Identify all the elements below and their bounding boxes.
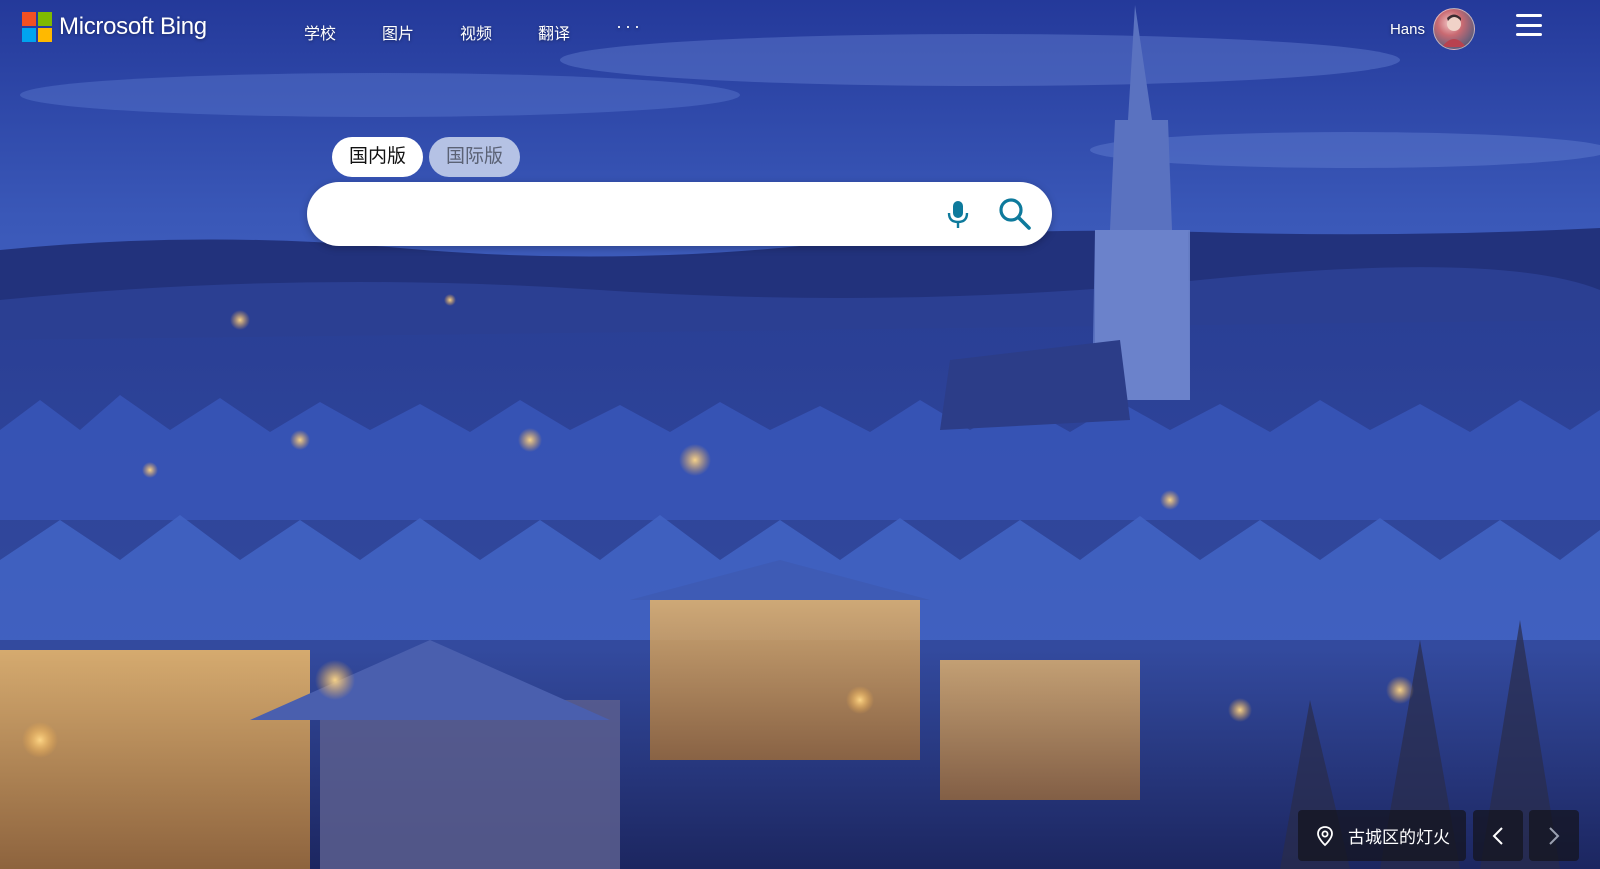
avatar[interactable] [1433,8,1475,50]
nav-item-school[interactable]: 学校 [304,18,382,46]
search-scope-tabs: 国内版 国际版 [332,137,521,177]
tab-domestic[interactable]: 国内版 [332,137,424,177]
top-nav: 学校 图片 视频 翻译 ··· [304,16,694,46]
logo-square-yellow [38,28,52,42]
logo-square-green [38,12,52,26]
hamburger-line [1516,23,1542,27]
chevron-left-icon [1492,826,1503,845]
chevron-right-icon [1549,826,1560,845]
bing-logo[interactable]: Microsoft Bing [22,12,207,42]
map-pin-icon [1317,825,1333,846]
search-box [307,182,1052,248]
nav-item-images[interactable]: 图片 [382,18,460,46]
previous-image-button[interactable] [1473,810,1523,861]
hamburger-line [1516,14,1542,17]
hamburger-line [1516,33,1542,36]
nav-item-videos[interactable]: 视频 [460,18,538,46]
logo-square-blue [22,28,36,42]
image-caption-text: 古城区的灯火 [1348,828,1450,847]
microsoft-logo-icon [22,12,52,42]
nav-item-translate[interactable]: 翻译 [538,18,616,46]
next-image-button[interactable] [1529,810,1579,861]
user-name: Hans [1389,20,1425,38]
image-caption-button[interactable]: 古城区的灯火 [1298,810,1466,861]
tab-international[interactable]: 国际版 [429,137,521,177]
search-input[interactable] [335,182,939,248]
brand-name: Microsoft Bing [59,13,207,40]
nav-more-button[interactable]: ··· [616,14,694,42]
microphone-icon[interactable] [942,198,974,230]
logo-square-red [22,12,36,26]
background-cityscape-image [0,0,1600,869]
bing-homepage: Microsoft Bing 学校 图片 视频 翻译 ··· Hans 国内版 … [0,0,1600,869]
menu-hamburger-icon[interactable] [1516,14,1542,36]
search-icon[interactable] [997,196,1033,232]
user-account[interactable]: Hans [1390,8,1475,50]
avatar-image [1442,14,1466,47]
